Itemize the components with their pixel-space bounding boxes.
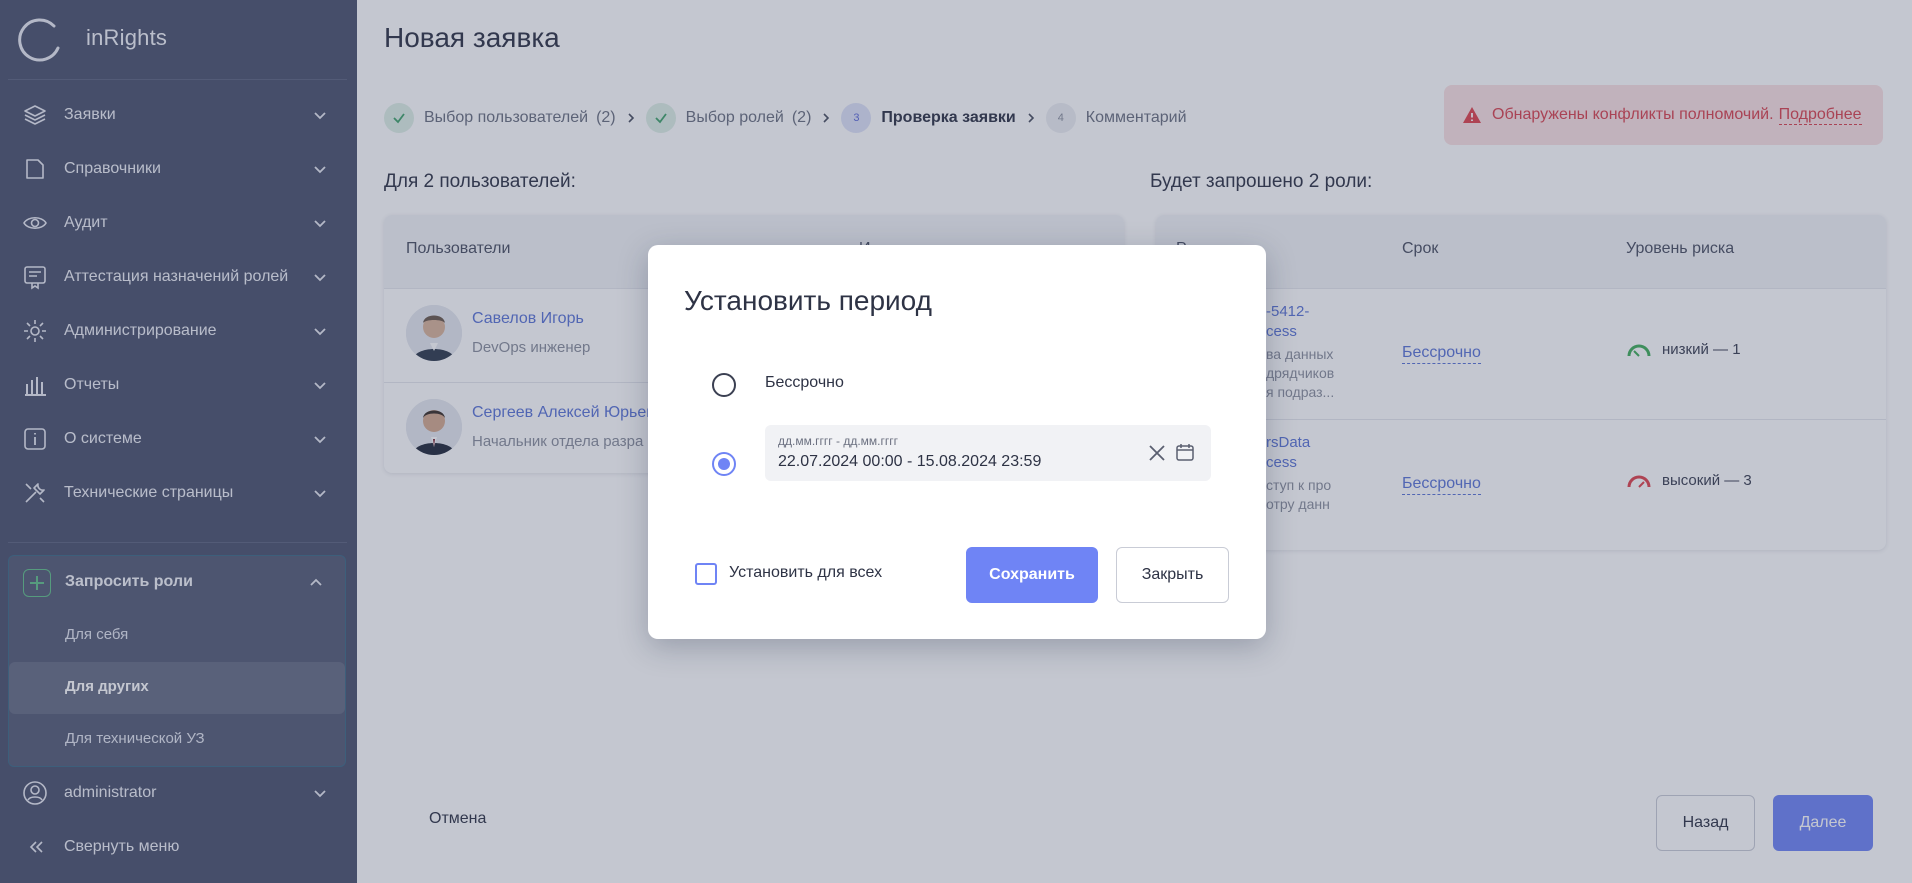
set-for-all-checkbox[interactable] xyxy=(695,563,717,585)
set-period-dialog: Установить период Бессрочно дд.мм.гггг -… xyxy=(648,245,1266,639)
save-button[interactable]: Сохранить xyxy=(966,547,1098,603)
close-icon[interactable] xyxy=(1147,443,1167,463)
radio-indefinite[interactable] xyxy=(712,373,736,397)
period-value: 22.07.2024 00:00 - 15.08.2024 23:59 xyxy=(778,453,1042,470)
radio-indefinite-label[interactable]: Бессрочно xyxy=(765,374,844,392)
close-button[interactable]: Закрыть xyxy=(1116,547,1229,603)
period-input[interactable]: дд.мм.гггг - дд.мм.гггг 22.07.2024 00:00… xyxy=(765,425,1211,481)
dialog-title: Установить период xyxy=(684,285,932,316)
calendar-icon[interactable] xyxy=(1175,442,1195,462)
radio-period[interactable] xyxy=(712,452,736,476)
period-placeholder: дд.мм.гггг - дд.мм.гггг xyxy=(778,434,899,448)
set-for-all-label[interactable]: Установить для всех xyxy=(729,564,882,582)
